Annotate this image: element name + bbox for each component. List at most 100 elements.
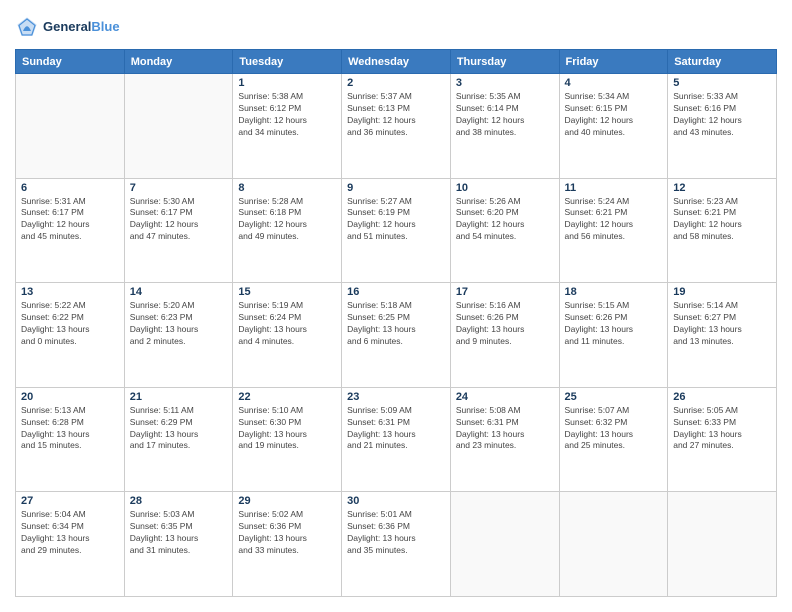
day-number: 21: [130, 391, 228, 403]
day-info: Sunrise: 5:10 AM Sunset: 6:30 PM Dayligh…: [238, 405, 336, 453]
day-info: Sunrise: 5:27 AM Sunset: 6:19 PM Dayligh…: [347, 196, 445, 244]
day-number: 12: [673, 182, 771, 194]
day-number: 18: [565, 286, 663, 298]
day-number: 19: [673, 286, 771, 298]
day-header-monday: Monday: [124, 50, 233, 74]
day-info: Sunrise: 5:04 AM Sunset: 6:34 PM Dayligh…: [21, 509, 119, 557]
day-number: 30: [347, 495, 445, 507]
day-info: Sunrise: 5:09 AM Sunset: 6:31 PM Dayligh…: [347, 405, 445, 453]
day-header-friday: Friday: [559, 50, 668, 74]
day-cell: 17 Sunrise: 5:16 AM Sunset: 6:26 PM Dayli…: [450, 283, 559, 388]
day-cell: [559, 492, 668, 597]
day-cell: [668, 492, 777, 597]
day-cell: 29 Sunrise: 5:02 AM Sunset: 6:36 PM Dayli…: [233, 492, 342, 597]
header-row: SundayMondayTuesdayWednesdayThursdayFrid…: [16, 50, 777, 74]
logo-text: GeneralBlue: [43, 19, 120, 35]
day-number: 11: [565, 182, 663, 194]
day-cell: 5Sunrise: 5:33 AM Sunset: 6:16 PM Daylig…: [668, 74, 777, 179]
week-row-3: 13 Sunrise: 5:22 AM Sunset: 6:22 PM Dayli…: [16, 283, 777, 388]
week-row-1: 1Sunrise: 5:38 AM Sunset: 6:12 PM Daylig…: [16, 74, 777, 179]
day-cell: 2 Sunrise: 5:37 AM Sunset: 6:13 PM Daylig…: [342, 74, 451, 179]
day-number: 23: [347, 391, 445, 403]
day-info: Sunrise: 5:05 AM Sunset: 6:33 PM Dayligh…: [673, 405, 771, 453]
day-cell: 26 Sunrise: 5:05 AM Sunset: 6:33 PM Dayli…: [668, 387, 777, 492]
day-number: 3: [456, 77, 554, 89]
day-info: Sunrise: 5:07 AM Sunset: 6:32 PM Dayligh…: [565, 405, 663, 453]
day-cell: 18 Sunrise: 5:15 AM Sunset: 6:26 PM Dayli…: [559, 283, 668, 388]
day-cell: 15Sunrise: 5:19 AM Sunset: 6:24 PM Dayli…: [233, 283, 342, 388]
day-cell: 4 Sunrise: 5:34 AM Sunset: 6:15 PM Daylig…: [559, 74, 668, 179]
day-info: Sunrise: 5:14 AM Sunset: 6:27 PM Dayligh…: [673, 300, 771, 348]
calendar-table: SundayMondayTuesdayWednesdayThursdayFrid…: [15, 49, 777, 597]
day-header-tuesday: Tuesday: [233, 50, 342, 74]
day-info: Sunrise: 5:01 AM Sunset: 6:36 PM Dayligh…: [347, 509, 445, 557]
day-header-thursday: Thursday: [450, 50, 559, 74]
week-row-5: 27Sunrise: 5:04 AM Sunset: 6:34 PM Dayli…: [16, 492, 777, 597]
day-info: Sunrise: 5:28 AM Sunset: 6:18 PM Dayligh…: [238, 196, 336, 244]
day-info: Sunrise: 5:02 AM Sunset: 6:36 PM Dayligh…: [238, 509, 336, 557]
day-number: 16: [347, 286, 445, 298]
day-cell: 3Sunrise: 5:35 AM Sunset: 6:14 PM Daylig…: [450, 74, 559, 179]
day-cell: 22 Sunrise: 5:10 AM Sunset: 6:30 PM Dayli…: [233, 387, 342, 492]
day-number: 6: [21, 182, 119, 194]
day-number: 13: [21, 286, 119, 298]
logo-general: GeneralBlue: [43, 19, 120, 35]
day-number: 9: [347, 182, 445, 194]
day-info: Sunrise: 5:13 AM Sunset: 6:28 PM Dayligh…: [21, 405, 119, 453]
day-info: Sunrise: 5:15 AM Sunset: 6:26 PM Dayligh…: [565, 300, 663, 348]
day-header-wednesday: Wednesday: [342, 50, 451, 74]
day-cell: 30 Sunrise: 5:01 AM Sunset: 6:36 PM Dayli…: [342, 492, 451, 597]
day-cell: 9 Sunrise: 5:27 AM Sunset: 6:19 PM Daylig…: [342, 178, 451, 283]
day-cell: 6 Sunrise: 5:31 AM Sunset: 6:17 PM Daylig…: [16, 178, 125, 283]
day-info: Sunrise: 5:18 AM Sunset: 6:25 PM Dayligh…: [347, 300, 445, 348]
day-info: Sunrise: 5:16 AM Sunset: 6:26 PM Dayligh…: [456, 300, 554, 348]
day-info: Sunrise: 5:03 AM Sunset: 6:35 PM Dayligh…: [130, 509, 228, 557]
day-info: Sunrise: 5:37 AM Sunset: 6:13 PM Dayligh…: [347, 91, 445, 139]
day-info: Sunrise: 5:20 AM Sunset: 6:23 PM Dayligh…: [130, 300, 228, 348]
day-number: 29: [238, 495, 336, 507]
day-info: Sunrise: 5:19 AM Sunset: 6:24 PM Dayligh…: [238, 300, 336, 348]
day-info: Sunrise: 5:08 AM Sunset: 6:31 PM Dayligh…: [456, 405, 554, 453]
day-info: Sunrise: 5:22 AM Sunset: 6:22 PM Dayligh…: [21, 300, 119, 348]
day-cell: 21 Sunrise: 5:11 AM Sunset: 6:29 PM Dayli…: [124, 387, 233, 492]
logo-icon: [15, 15, 39, 39]
page: GeneralBlue SundayMondayTuesdayWednesday…: [0, 0, 792, 612]
day-cell: 20 Sunrise: 5:13 AM Sunset: 6:28 PM Dayli…: [16, 387, 125, 492]
day-info: Sunrise: 5:11 AM Sunset: 6:29 PM Dayligh…: [130, 405, 228, 453]
day-header-sunday: Sunday: [16, 50, 125, 74]
header: GeneralBlue: [15, 15, 777, 39]
day-cell: 23 Sunrise: 5:09 AM Sunset: 6:31 PM Dayli…: [342, 387, 451, 492]
day-number: 2: [347, 77, 445, 89]
day-cell: 24 Sunrise: 5:08 AM Sunset: 6:31 PM Dayli…: [450, 387, 559, 492]
day-cell: [16, 74, 125, 179]
day-cell: 27Sunrise: 5:04 AM Sunset: 6:34 PM Dayli…: [16, 492, 125, 597]
day-info: Sunrise: 5:23 AM Sunset: 6:21 PM Dayligh…: [673, 196, 771, 244]
day-number: 17: [456, 286, 554, 298]
day-number: 22: [238, 391, 336, 403]
day-cell: [450, 492, 559, 597]
day-number: 8: [238, 182, 336, 194]
day-info: Sunrise: 5:31 AM Sunset: 6:17 PM Dayligh…: [21, 196, 119, 244]
day-number: 25: [565, 391, 663, 403]
day-number: 28: [130, 495, 228, 507]
day-number: 20: [21, 391, 119, 403]
day-number: 26: [673, 391, 771, 403]
day-number: 24: [456, 391, 554, 403]
day-header-saturday: Saturday: [668, 50, 777, 74]
day-number: 7: [130, 182, 228, 194]
day-cell: 14 Sunrise: 5:20 AM Sunset: 6:23 PM Dayli…: [124, 283, 233, 388]
day-cell: [124, 74, 233, 179]
day-cell: 1Sunrise: 5:38 AM Sunset: 6:12 PM Daylig…: [233, 74, 342, 179]
day-info: Sunrise: 5:34 AM Sunset: 6:15 PM Dayligh…: [565, 91, 663, 139]
day-cell: 19 Sunrise: 5:14 AM Sunset: 6:27 PM Dayli…: [668, 283, 777, 388]
day-cell: 8 Sunrise: 5:28 AM Sunset: 6:18 PM Daylig…: [233, 178, 342, 283]
day-cell: 28 Sunrise: 5:03 AM Sunset: 6:35 PM Dayli…: [124, 492, 233, 597]
day-cell: 7Sunrise: 5:30 AM Sunset: 6:17 PM Daylig…: [124, 178, 233, 283]
day-info: Sunrise: 5:24 AM Sunset: 6:21 PM Dayligh…: [565, 196, 663, 244]
day-number: 14: [130, 286, 228, 298]
week-row-2: 6 Sunrise: 5:31 AM Sunset: 6:17 PM Daylig…: [16, 178, 777, 283]
day-number: 4: [565, 77, 663, 89]
day-info: Sunrise: 5:33 AM Sunset: 6:16 PM Dayligh…: [673, 91, 771, 139]
day-cell: 11 Sunrise: 5:24 AM Sunset: 6:21 PM Dayli…: [559, 178, 668, 283]
day-cell: 13 Sunrise: 5:22 AM Sunset: 6:22 PM Dayli…: [16, 283, 125, 388]
